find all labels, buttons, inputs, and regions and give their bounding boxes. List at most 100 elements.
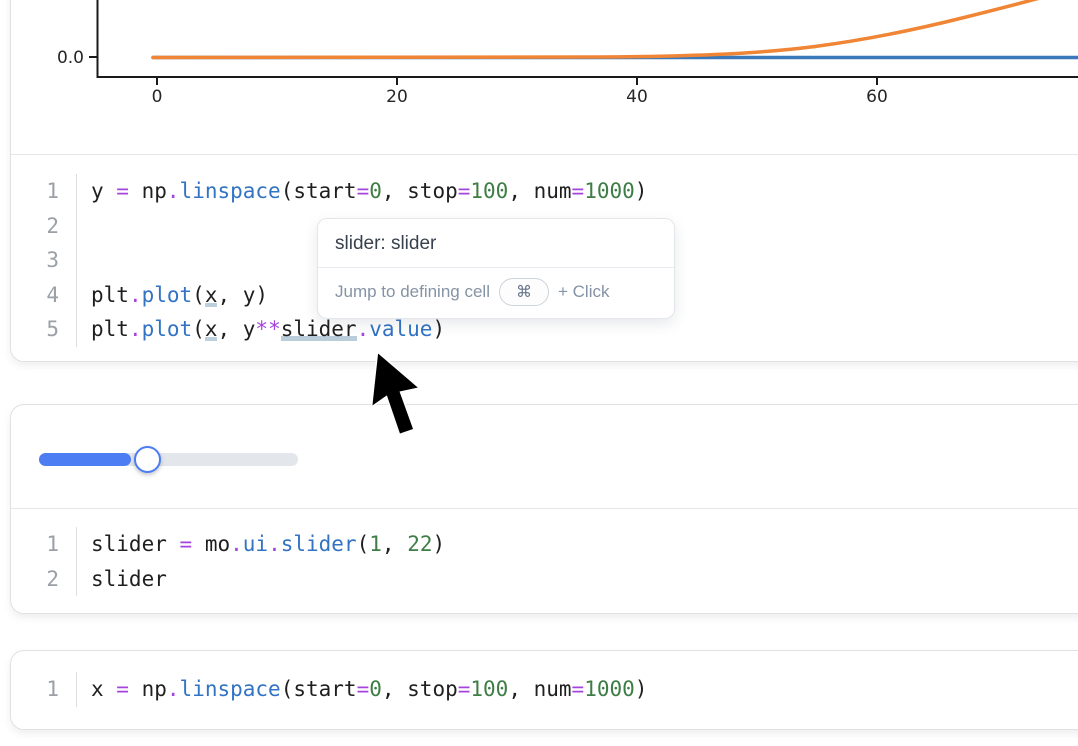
code-token: slider [281, 532, 357, 556]
code-line-text[interactable] [76, 243, 91, 278]
code-line[interactable]: 2 slider [11, 562, 1078, 597]
code-token: , num [508, 677, 571, 701]
x-tick-label-60: 60 [857, 87, 897, 107]
code-token: ) [635, 179, 648, 203]
code-line[interactable]: 1x = np.linspace(start=0, stop=100, num=… [11, 672, 1078, 707]
code-token: , stop [382, 677, 458, 701]
code-token: = [458, 179, 471, 203]
code-token: ( [192, 283, 205, 307]
tooltip-hint-row: Jump to defining cell ⌘ + Click [318, 268, 674, 318]
code-line-text[interactable]: x = np.linspace(start=0, stop=100, num=1… [76, 672, 647, 707]
code-line-text[interactable]: slider [76, 562, 167, 597]
line-number: 1 [11, 672, 76, 707]
code-token: x [91, 677, 116, 701]
x-tick-label-0: 0 [137, 87, 177, 107]
code-token: plt [91, 283, 129, 307]
code-token: 1000 [584, 677, 635, 701]
x-tick-label-20: 20 [377, 87, 417, 107]
code-token: ) [432, 317, 445, 341]
code-token: . [129, 317, 142, 341]
notebook-cell-x: 1x = np.linspace(start=0, stop=100, num=… [10, 650, 1078, 730]
code-token: . [357, 317, 370, 341]
tooltip-click-text: + Click [558, 282, 609, 302]
code-token: . [167, 179, 180, 203]
tooltip-hint-text: Jump to defining cell [335, 282, 490, 302]
code-token: linspace [180, 179, 281, 203]
code-line[interactable]: 1y = np.linspace(start=0, stop=100, num=… [11, 174, 1078, 209]
code-token: linspace [180, 677, 281, 701]
code-token: ) [432, 532, 445, 556]
code-token: 0 [369, 677, 382, 701]
code-token: mo [192, 532, 230, 556]
highlighted-token: x [205, 283, 218, 307]
code-token: slider [91, 532, 180, 556]
code-line-text[interactable]: slider = mo.ui.slider(1, 22) [76, 527, 445, 562]
code-token: , [382, 532, 407, 556]
code-line-text[interactable]: plt.plot(x, y) [76, 278, 268, 313]
code-editor-slider[interactable]: 1slider = mo.ui.slider(1, 22)2slider [11, 509, 1078, 613]
code-editor-x[interactable]: 1x = np.linspace(start=0, stop=100, num=… [11, 651, 1078, 728]
y-tick-label: 0.0 [46, 48, 84, 68]
slider-fill [39, 453, 131, 466]
code-token: , y) [217, 283, 268, 307]
code-token: 22 [407, 532, 432, 556]
code-token: np [129, 677, 167, 701]
slider-thumb[interactable] [134, 446, 161, 473]
notebook-cell-slider: 1slider = mo.ui.slider(1, 22)2slider [10, 404, 1078, 614]
code-line-text[interactable]: y = np.linspace(start=0, stop=100, num=1… [76, 174, 647, 209]
code-token: 1000 [584, 179, 635, 203]
line-number: 2 [11, 209, 76, 244]
cell-output-slider [11, 405, 1078, 509]
line-number: 4 [11, 278, 76, 313]
code-token: plt [91, 317, 129, 341]
code-token: = [357, 179, 370, 203]
x-tick-label-40: 40 [617, 87, 657, 107]
cell-output-chart [11, 0, 1078, 155]
code-token: . [167, 677, 180, 701]
code-line-text[interactable] [76, 209, 91, 244]
line-number: 1 [11, 174, 76, 209]
code-token: (start [281, 677, 357, 701]
code-token: ** [255, 317, 280, 341]
command-key-icon: ⌘ [499, 278, 549, 306]
code-token: 100 [470, 179, 508, 203]
variable-tooltip: slider: slider Jump to defining cell ⌘ +… [317, 218, 675, 319]
code-token: slider [91, 567, 167, 591]
code-token: plot [142, 317, 193, 341]
code-token: plot [142, 283, 193, 307]
code-token: 0 [369, 179, 382, 203]
code-token: = [572, 677, 585, 701]
code-token: y [91, 179, 116, 203]
code-token: = [180, 532, 193, 556]
code-token: 1 [369, 532, 382, 556]
code-token: = [116, 677, 129, 701]
code-token: ) [635, 677, 648, 701]
code-token: 100 [470, 677, 508, 701]
marimo-notebook: { "colors": { "line_blue": "#3a78b9", "l… [0, 0, 1078, 746]
code-token: ( [192, 317, 205, 341]
highlighted-token: slider [281, 317, 357, 341]
slider-track[interactable] [39, 453, 298, 466]
code-token: , stop [382, 179, 458, 203]
code-token: (start [281, 179, 357, 203]
code-token: , num [508, 179, 571, 203]
code-token: value [369, 317, 432, 341]
code-token: ( [357, 532, 370, 556]
code-token: , y [217, 317, 255, 341]
code-token: np [129, 179, 167, 203]
code-line[interactable]: 1slider = mo.ui.slider(1, 22) [11, 527, 1078, 562]
line-number: 1 [11, 527, 76, 562]
code-token: = [572, 179, 585, 203]
code-token: . [129, 283, 142, 307]
line-number: 5 [11, 312, 76, 347]
tooltip-title: slider: slider [318, 219, 674, 268]
line-number: 3 [11, 243, 76, 278]
code-token: . [268, 532, 281, 556]
highlighted-token: x [205, 317, 218, 341]
code-token: = [116, 179, 129, 203]
code-token: . [230, 532, 243, 556]
code-token: ui [243, 532, 268, 556]
code-token: = [458, 677, 471, 701]
code-token: = [357, 677, 370, 701]
line-number: 2 [11, 562, 76, 597]
